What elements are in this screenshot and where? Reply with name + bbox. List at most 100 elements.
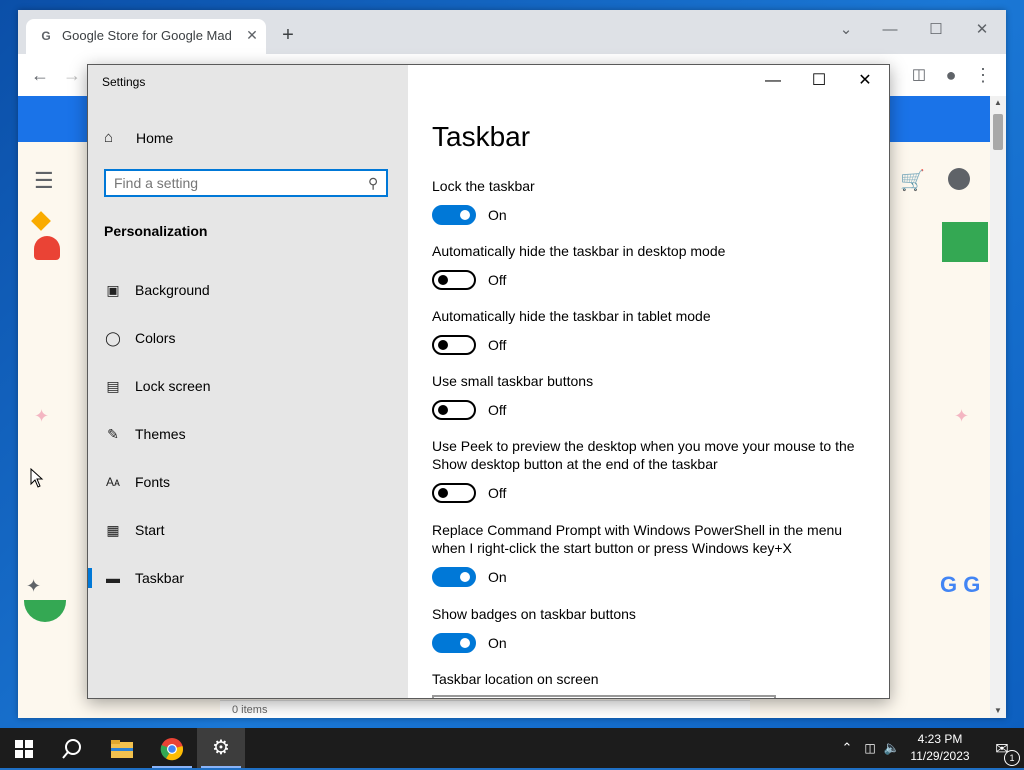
setting-label: Show badges on taskbar buttons [432, 606, 636, 622]
chrome-tab[interactable]: G Google Store for Google Made D ✕ [26, 19, 266, 54]
new-tab-button[interactable]: + [276, 23, 300, 47]
back-arrow-icon[interactable]: ← [27, 62, 53, 88]
picture-icon: ▣ [106, 282, 120, 298]
toggle-knob [460, 638, 470, 648]
scroll-down-icon[interactable]: ▼ [990, 704, 1006, 718]
toggle-knob [438, 405, 448, 415]
toggle-state-label: On [488, 207, 507, 223]
toggle-switch[interactable] [432, 483, 476, 503]
toggle-row: On [432, 567, 862, 589]
chrome-close-button[interactable]: ✕ [962, 16, 1002, 44]
chrome-taskbar-icon[interactable] [148, 728, 196, 768]
toggle-row: Off [432, 400, 872, 422]
section-title: Personalization [104, 223, 208, 239]
taskbar-location-dropdown[interactable] [432, 695, 776, 698]
toggle-knob [438, 488, 448, 498]
find-setting-search[interactable]: ⚲ [104, 169, 388, 197]
tab-search-icon[interactable]: ⌄ [826, 16, 866, 44]
chrome-maximize-button[interactable]: ☐ [916, 16, 956, 44]
file-explorer-icon[interactable] [98, 728, 146, 768]
chrome-minimize-button[interactable]: — [870, 16, 910, 44]
mouse-cursor-icon [30, 468, 44, 488]
scroll-up-icon[interactable]: ▲ [990, 96, 1006, 110]
setting-label: Use small taskbar buttons [432, 373, 594, 389]
scroll-thumb[interactable] [993, 114, 1003, 150]
search-icon[interactable] [48, 728, 96, 768]
font-icon: Aᴀ [106, 475, 120, 489]
nav-item-label: Background [135, 282, 210, 298]
magnifier-icon [62, 738, 81, 759]
nav-item-taskbar[interactable]: ▬ Taskbar [88, 560, 408, 596]
minimize-button[interactable]: — [750, 65, 796, 97]
red-shape-decoration [34, 236, 60, 260]
settings-window: Settings ⌂ Home ⚲ Personalization ▣ Back… [87, 64, 890, 699]
maximize-button[interactable]: ☐ [796, 65, 842, 97]
google-favicon-icon: G [41, 29, 51, 43]
forward-arrow-icon[interactable]: → [59, 62, 85, 88]
folder-icon [111, 739, 133, 758]
setting-autohide-desktop: Automatically hide the taskbar in deskto… [432, 242, 872, 292]
green-bowl-decoration [24, 600, 66, 622]
windows-logo-icon [15, 739, 33, 758]
page-scrollbar[interactable]: ▲ ▼ [990, 96, 1006, 718]
chrome-tab-title: Google Store for Google Made D [62, 28, 232, 43]
setting-peek: Use Peek to preview the desktop when you… [432, 437, 862, 505]
menu-kebab-icon[interactable]: ⋮ [970, 62, 996, 88]
toggle-switch[interactable] [432, 633, 476, 653]
nav-item-label: Taskbar [135, 570, 185, 586]
sparkle-decoration-icon: ✦ [34, 406, 50, 426]
brush-icon: ✎ [107, 426, 119, 442]
gift-decoration [942, 222, 988, 262]
setting-location: Taskbar location on screen [432, 670, 872, 688]
nav-item-label: Fonts [135, 474, 171, 490]
nav-item-themes[interactable]: ✎ Themes [88, 416, 408, 452]
palette-icon: ◯ [105, 330, 121, 346]
clock-time: 4:23 PM [917, 732, 963, 746]
setting-lock-taskbar: Lock the taskbar On [432, 177, 872, 227]
toggle-row: On [432, 633, 872, 655]
setting-autohide-tablet: Automatically hide the taskbar in tablet… [432, 307, 872, 357]
nav-item-label: Lock screen [135, 378, 211, 394]
setting-label: Automatically hide the taskbar in tablet… [432, 308, 711, 324]
start-button[interactable] [0, 728, 48, 768]
toggle-switch[interactable] [432, 270, 476, 290]
toggle-switch[interactable] [432, 567, 476, 587]
toggle-switch[interactable] [432, 205, 476, 225]
nav-item-fonts[interactable]: Aᴀ Fonts [88, 464, 408, 500]
nav-item-start[interactable]: ▦ Start [88, 512, 408, 548]
network-icon[interactable]: ◫ [860, 728, 880, 768]
settings-taskbar-icon[interactable]: ⚙ [197, 728, 245, 768]
toggle-switch[interactable] [432, 400, 476, 420]
profile-avatar-icon[interactable]: ● [938, 62, 964, 88]
search-icon: ⚲ [368, 175, 379, 191]
home-label: Home [136, 130, 174, 146]
action-center-icon[interactable]: ✉ 1 [980, 728, 1024, 768]
status-strip: 0 items [220, 700, 750, 718]
nav-item-label: Start [135, 522, 165, 538]
chevron-up-icon[interactable]: ⌃ [838, 728, 856, 768]
cart-icon[interactable]: 🛒 [900, 168, 925, 193]
chrome-tab-strip: G Google Store for Google Made D ✕ + ⌄ —… [18, 10, 1006, 54]
setting-label: Use Peek to preview the desktop when you… [432, 438, 855, 472]
setting-small-buttons: Use small taskbar buttons Off [432, 372, 872, 422]
close-button[interactable]: ✕ [842, 65, 888, 97]
toggle-row: Off [432, 483, 862, 505]
close-tab-icon[interactable]: ✕ [242, 25, 262, 45]
setting-badges: Show badges on taskbar buttons On [432, 605, 872, 655]
system-clock[interactable]: 4:23 PM 11/29/2023 [900, 731, 980, 765]
side-panel-icon[interactable]: ◫ [906, 62, 932, 88]
search-input[interactable] [114, 174, 354, 192]
nav-item-lock-screen[interactable]: ▤ Lock screen [88, 368, 408, 404]
nav-item-background[interactable]: ▣ Background [88, 272, 408, 308]
toggle-switch[interactable] [432, 335, 476, 355]
nav-item-colors[interactable]: ◯ Colors [88, 320, 408, 356]
toggle-knob [460, 210, 470, 220]
active-indicator [88, 568, 92, 588]
notification-count-badge: 1 [1004, 750, 1020, 766]
home-nav-item[interactable]: ⌂ Home [104, 125, 394, 153]
hamburger-menu-icon[interactable]: ☰ [34, 168, 54, 194]
account-icon[interactable] [948, 168, 970, 190]
settings-app-title: Settings [102, 75, 146, 89]
volume-muted-icon[interactable]: 🔈 [882, 728, 902, 768]
google-g-decoration: G G [940, 572, 981, 597]
